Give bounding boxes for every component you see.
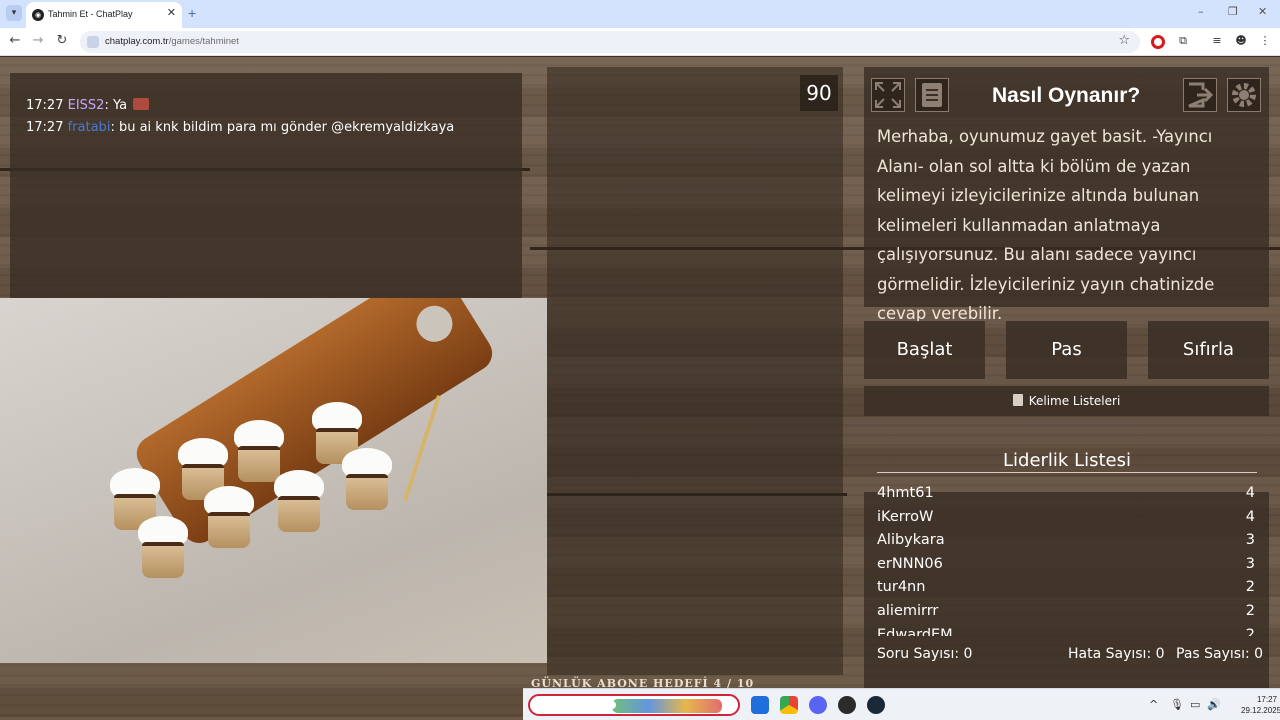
tab-close-icon[interactable]: ✕ [167,6,176,19]
url-text: chatplay.com.tr/games/tahminet [105,36,239,47]
how-to-play-text: Merhaba, oyunumuz gayet basit. -Yayıncı … [877,127,1215,323]
player-score: 4 [1245,485,1255,501]
clock-time: 17:27 [1256,695,1277,704]
emote-icon [133,98,150,110]
dessert-cup [202,486,256,548]
new-tab-icon[interactable]: + [188,5,196,21]
media-controls-icon[interactable]: ≡ [1209,34,1225,47]
chat-time: 17:27 [26,98,64,113]
address-bar[interactable]: chatplay.com.tr/games/tahminet ☆ [80,31,1140,53]
pass-count: Pas Sayısı: 0 [1176,646,1264,662]
webcam-image [0,298,547,663]
bookmark-star-icon[interactable]: ☆ [1118,33,1130,48]
player-score: 3 [1245,532,1255,549]
profile-avatar-icon[interactable]: ☻ [1233,34,1249,47]
forward-icon[interactable]: → [30,33,46,48]
minimize-icon[interactable]: – [1198,5,1204,18]
tab-search-button[interactable]: ▾ [6,5,22,21]
list-icon [1012,394,1023,406]
question-count: Soru Sayısı: 0 [877,646,973,662]
reload-icon[interactable]: ↻ [54,33,70,48]
opera-extension-icon[interactable] [1151,35,1165,49]
close-window-icon[interactable]: ✕ [1258,5,1267,18]
player-score: 2 [1245,579,1255,596]
chat-text: Ya [108,98,128,113]
search-highlights [612,699,722,713]
player-name: 4hmt61 [877,485,934,501]
discord-app-icon[interactable] [809,696,827,714]
clock-date: 29.12.2025 [1241,706,1280,715]
taskbar-search[interactable] [528,694,740,716]
leaderboard-row: EdwardEM 2 [877,624,1257,636]
start-button[interactable]: Başlat [864,321,985,379]
fullscreen-icon[interactable] [871,78,905,112]
dessert-cup [272,470,326,532]
notes-icon[interactable] [915,78,949,112]
microphone-icon[interactable]: 🎙 [1170,698,1184,711]
browser-toolbar: ← → ↻ chatplay.com.tr/games/tahminet ☆ ⧉… [0,28,1280,56]
error-count: Hata Sayısı: 0 [1068,646,1165,662]
extensions-puzzle-icon[interactable]: ⧉ [1175,34,1191,48]
player-name: Alibykara [877,532,945,549]
leaderboard-row: iKerroW 4 [877,506,1257,530]
leaderboard-list[interactable]: 4hmt61 4 iKerroW 4 Alibykara 3 erNNN06 3 tur… [877,482,1257,636]
board-hole [409,298,460,349]
pass-button[interactable]: Pas [1006,321,1127,379]
volume-icon[interactable]: 🔊 [1207,698,1221,711]
url-path: /games/tahminet [168,36,239,47]
dessert-cup [136,516,190,578]
player-name: erNNN06 [877,555,943,572]
player-score: 3 [1245,555,1255,572]
leaderboard-row: Alibykara 3 [877,529,1257,553]
taskbar-clock[interactable]: 17:27 29.12.2025 [1241,694,1280,716]
settings-gear-icon[interactable] [1227,78,1261,112]
leaderboard-row: 4hmt61 4 [877,482,1257,506]
chat-username: fratabi [67,120,111,135]
chat-message: 17:27 EISS2: Ya [26,95,506,117]
player-score: 4 [1245,508,1255,525]
leaderboard-row: erNNN06 3 [877,553,1257,577]
tab-title: Tahmin Et - ChatPlay [48,9,133,19]
chat-message: 17:27 fratabi: bu ai knk bildim para mı … [26,117,506,139]
divider [877,472,1257,473]
windows-taskbar: ^ 🎙 ▭ 🔊 17:27 29.12.2025 [523,688,1280,720]
word-lists-button[interactable]: Kelime Listeleri [864,386,1269,416]
streamer-area-panel [547,67,843,675]
obs-app-icon[interactable] [838,696,856,714]
site-info-icon[interactable] [87,36,99,48]
player-name: aliemirrr [877,602,939,619]
steam-app-icon[interactable] [867,696,885,714]
player-name: EdwardEM [877,626,953,636]
tray-overflow-icon[interactable]: ^ [1149,698,1158,711]
leaderboard-row: aliemirrr 2 [877,600,1257,624]
leaderboard-row: tur4nn 2 [877,576,1257,600]
chat-time: 17:27 [26,120,64,135]
reset-button[interactable]: Sıfırla [1148,321,1269,379]
store-app-icon[interactable] [751,696,769,714]
chrome-app-icon[interactable] [780,696,798,714]
round-timer: 90 [800,75,838,111]
search-input[interactable] [536,701,616,709]
back-icon[interactable]: ← [7,33,23,48]
player-score: 2 [1245,626,1255,636]
url-host: chatplay.com.tr [105,36,169,47]
player-name: iKerroW [877,508,934,525]
browser-menu-icon[interactable]: ⋮ [1257,34,1273,47]
player-name: tur4nn [877,579,926,596]
exit-icon[interactable] [1183,78,1217,112]
chat-username: EISS2 [67,98,105,113]
chat-text: bu ai knk bildim para mı gönder @ekremya… [114,120,455,135]
display-icon[interactable]: ▭ [1190,698,1200,711]
browser-tab-strip: ▾ ◉ Tahmin Et - ChatPlay ✕ + – ❐ ✕ [0,0,1280,28]
word-lists-label: Kelime Listeleri [1028,394,1121,408]
how-to-play-title: Nasıl Oynanır? [992,84,1141,107]
dessert-cup [340,448,394,510]
leaderboard-title: Liderlik Listesi [1003,450,1131,471]
chatplay-favicon-icon: ◉ [32,9,44,21]
browser-tab[interactable]: ◉ Tahmin Et - ChatPlay ✕ [26,2,182,28]
restore-icon[interactable]: ❐ [1228,5,1238,18]
player-score: 2 [1245,602,1255,619]
